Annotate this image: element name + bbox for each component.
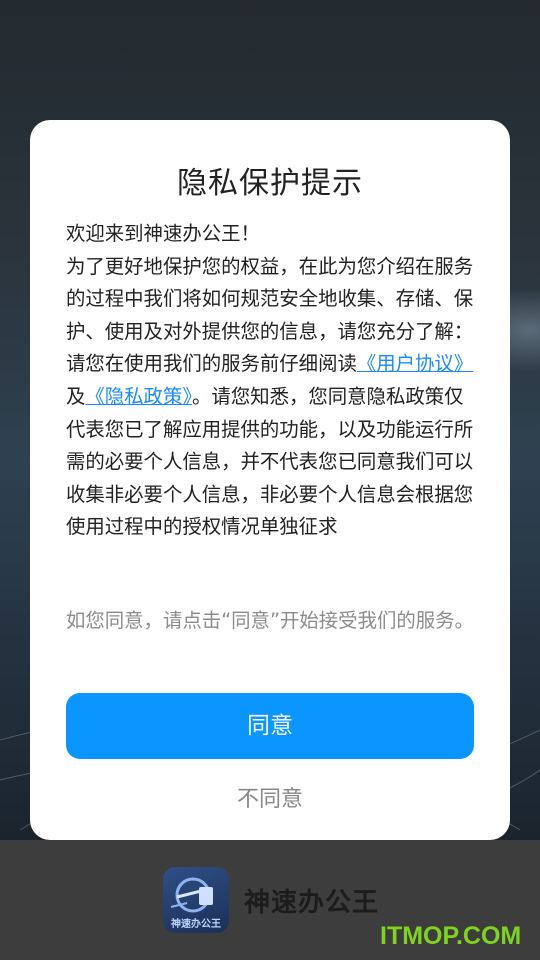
dialog-title: 隐私保护提示 [177, 166, 363, 201]
app-logo-text: 神速办公王 [171, 919, 221, 930]
consent-note: 如您同意，请点击“同意”开始接受我们的服务。 [66, 609, 474, 632]
and-text: 及 [66, 384, 86, 408]
intro-text: 为了更好地保护您的权益，在此为您介绍在服务的过程中我们将如何规范安全地收集、存储… [66, 254, 474, 343]
greeting-text: 欢迎来到神速办公王！ [66, 222, 260, 245]
app-logo-icon: 神速办公王 [163, 867, 229, 933]
privacy-policy-link[interactable]: 《隐私政策》 [85, 385, 192, 408]
dialog-body[interactable]: 欢迎来到神速办公王！ 为了更好地保护您的权益，在此为您介绍在服务的过程中我们将如… [66, 218, 476, 580]
read-prefix: 请您在使用我们的服务前仔细阅读 [66, 352, 357, 376]
app-name: 神速办公王 [244, 888, 380, 918]
watermark: ITMOP.COM [380, 922, 522, 950]
agree-button[interactable]: 同意 [66, 693, 474, 759]
disagree-button[interactable]: 不同意 [66, 780, 474, 820]
user-agreement-link[interactable]: 《用户协议》 [357, 352, 473, 375]
read-paragraph: 请您在使用我们的服务前仔细阅读《用户协议》及《隐私政策》。请您知悉，您同意隐私政… [66, 348, 476, 544]
privacy-dialog: 隐私保护提示 欢迎来到神速办公王！ 为了更好地保护您的权益，在此为您介绍在服务的… [30, 120, 510, 840]
